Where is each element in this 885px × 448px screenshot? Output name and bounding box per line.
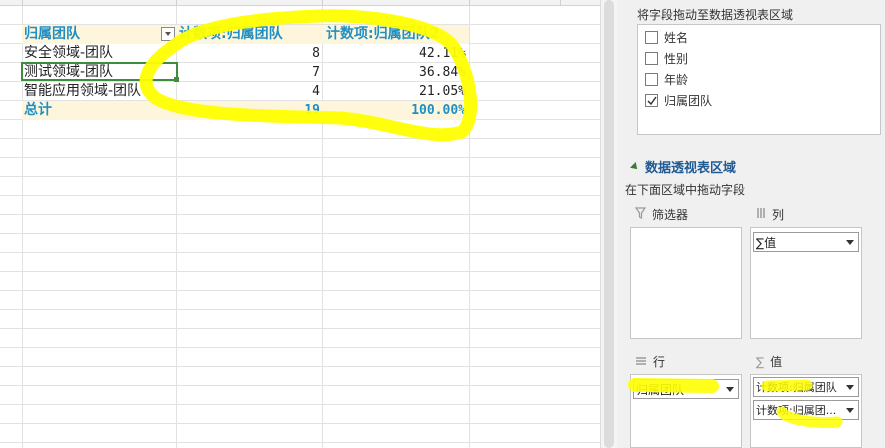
pivot-row-count[interactable]: 7 [180,63,320,82]
field-item-age[interactable]: 年龄 [645,70,688,88]
active-cell-selection [21,62,178,81]
field-label: 归属团队 [664,93,713,108]
pivot-row-percent[interactable]: 21.05% [326,82,466,101]
filter-label-text: 筛选器 [652,208,689,222]
columns-icon [756,207,766,222]
chevron-down-icon[interactable] [846,408,854,413]
pivot-row-label[interactable]: 智能应用领域-团队 [24,82,141,101]
columns-area-label: 列 [756,206,784,223]
field-item-team[interactable]: 归属团队 [645,91,712,109]
filter-area-label: 筛选器 [634,206,689,223]
columns-label-text: 列 [772,208,785,222]
checkbox[interactable] [645,30,658,44]
columns-values-chip[interactable]: ∑值 [753,232,859,252]
pivot-col1-header[interactable]: 计数项:归属团队 [179,25,283,44]
pivot-col2-header[interactable]: 计数项:归属团队2 [326,25,439,44]
pivot-row-percent[interactable]: 42.11% [326,44,466,63]
chevron-down-icon[interactable] [846,240,854,245]
filter-icon [634,207,647,222]
pivot-total-label[interactable]: 总计 [24,101,52,120]
pivot-row-label-header[interactable]: 归属团队 [24,25,80,44]
drag-hint-text: 将字段拖动至数据透视表区域 [637,8,794,22]
checkbox[interactable] [645,72,658,86]
chip-label: ∑值 [756,235,777,250]
values-drop-area[interactable]: 计数项:归属团队 计数项:归属团... [750,374,862,448]
field-item-gender[interactable]: 性别 [645,49,688,67]
checkmark-icon [647,96,657,105]
field-label: 性别 [664,51,689,66]
pivot-field-panel: 将字段拖动至数据透视表区域 姓名 性别 年龄 归属团队 数据透视表区域 在下面区… [617,0,885,448]
checkbox-checked[interactable] [645,93,658,107]
pivot-total-percent[interactable]: 100.00% [326,101,466,120]
field-list[interactable]: 姓名 性别 年龄 归属团队 [637,24,881,135]
pivot-row-label[interactable]: 安全领域-团队 [24,44,113,63]
chip-label: 计数项:归属团... [756,404,837,417]
chip-label: 计数项:归属团队 [756,381,837,394]
sigma-icon: ∑ [756,354,765,369]
pivot-total-count[interactable]: 19 [180,101,320,120]
rows-icon [635,355,647,369]
rows-drop-area[interactable]: 归属团队 [630,374,742,448]
chip-label: 归属团队 [636,382,685,397]
rows-area-label: 行 [635,353,665,370]
spreadsheet-grid[interactable]: 归属团队 计数项:归属团队 计数项:归属团队2 安全领域-团队 8 42.11%… [0,0,600,448]
chevron-down-icon[interactable] [726,387,734,392]
vertical-scrollbar[interactable] [600,0,617,448]
values-count2-chip[interactable]: 计数项:归属团... [753,400,859,420]
values-label-text: 值 [770,355,783,369]
field-item-name[interactable]: 姓名 [645,28,688,46]
areas-section-title[interactable]: 数据透视表区域 [630,157,737,176]
field-label: 姓名 [664,30,689,45]
filter-drop-area[interactable] [630,227,742,339]
pivot-row-count[interactable]: 4 [180,82,320,101]
fill-handle[interactable] [174,77,179,82]
chevron-down-icon[interactable] [846,385,854,390]
rows-team-chip[interactable]: 归属团队 [633,379,739,399]
scrollbar-thumb[interactable] [604,0,614,448]
columns-drop-area[interactable]: ∑值 [750,227,862,339]
checkbox[interactable] [645,51,658,65]
chevron-down-icon [165,32,171,36]
areas-title-text: 数据透视表区域 [645,161,737,176]
values-count-chip[interactable]: 计数项:归属团队 [753,377,859,397]
values-area-label: ∑ 值 [756,353,782,370]
areas-hint-text: 在下面区域中拖动字段 [625,183,746,197]
filter-dropdown-button[interactable] [161,27,175,41]
collapse-triangle-icon[interactable] [630,161,640,172]
pivot-row-percent[interactable]: 36.84% [326,63,466,82]
rows-label-text: 行 [653,355,666,369]
field-label: 年龄 [664,72,689,87]
pivot-row-count[interactable]: 8 [180,44,320,63]
